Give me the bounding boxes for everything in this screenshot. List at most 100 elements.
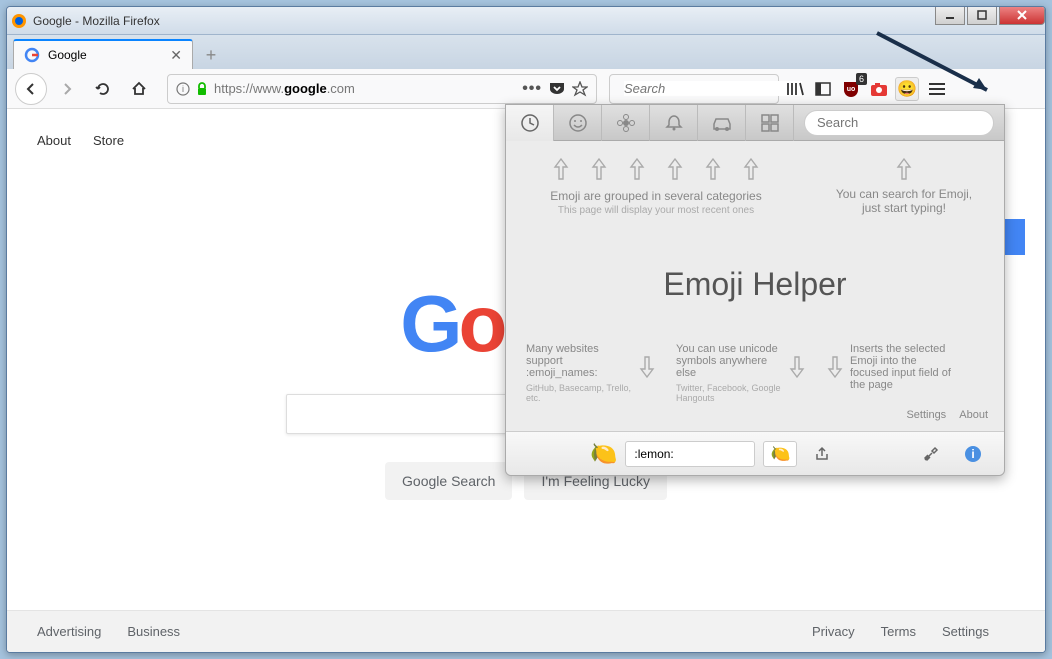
lemon-icon: 🍋: [770, 444, 790, 464]
arrow-up-icon: [552, 157, 570, 181]
squares-icon: [760, 113, 780, 133]
screenshot-extension[interactable]: [867, 77, 891, 101]
emoji-helper-title: Emoji Helper: [526, 266, 984, 303]
arrow-down-icon: [826, 355, 844, 379]
menu-button[interactable]: [923, 75, 951, 103]
car-icon: [711, 114, 733, 132]
new-tab-button[interactable]: +: [197, 41, 225, 69]
info-icon: i: [964, 445, 982, 463]
emoji-helper-extension[interactable]: 😀: [895, 77, 919, 101]
google-nav-about[interactable]: About: [37, 133, 71, 148]
navigation-toolbar: i https://www.google.com ••• uo6 😀: [7, 69, 1045, 109]
emoji-tab-objects[interactable]: [650, 105, 698, 141]
reload-icon: [95, 81, 111, 97]
sidebar-icon: [815, 81, 831, 97]
emoji-info-button[interactable]: i: [956, 441, 990, 467]
svg-text:uo: uo: [847, 86, 856, 93]
hint-insert: Inserts the selected Emoji into the focu…: [826, 343, 956, 403]
emoji-unicode-button[interactable]: 🍋: [763, 441, 797, 467]
ublock-extension[interactable]: uo6: [839, 77, 863, 101]
flower-icon: [616, 113, 636, 133]
emoji-tab-smileys[interactable]: [554, 105, 602, 141]
hint-categories-text: Emoji are grouped in several categories: [526, 189, 786, 203]
emoji-search-input[interactable]: [804, 110, 994, 136]
google-search-button[interactable]: Google Search: [385, 462, 512, 500]
window-controls: [935, 6, 1045, 25]
hint-insert-text: Inserts the selected Emoji into the focu…: [850, 343, 956, 391]
emoji-tab-symbols[interactable]: [746, 105, 794, 141]
google-footer: Advertising Business Privacy Terms Setti…: [7, 610, 1045, 652]
tab-close-icon[interactable]: ✕: [170, 47, 182, 64]
close-button[interactable]: [999, 6, 1045, 25]
home-button[interactable]: [123, 73, 155, 105]
hints-bottom: Many websites support :emoji_names: GitH…: [526, 343, 984, 403]
footer-business[interactable]: Business: [127, 624, 180, 639]
emoji-tab-nature[interactable]: [602, 105, 650, 141]
hint-unicode: You can use unicode symbols anywhere els…: [676, 343, 806, 403]
emoji-tab-recent[interactable]: [506, 105, 554, 141]
arrow-up-icon: [704, 157, 722, 181]
arrow-right-icon: [59, 81, 75, 97]
bell-icon: [664, 113, 684, 133]
emoji-category-tabs: [506, 105, 1004, 141]
footer-advertising[interactable]: Advertising: [37, 624, 101, 639]
emoji-code-input[interactable]: [625, 441, 755, 467]
hint-categories-sub: This page will display your most recent …: [526, 205, 786, 216]
smiley-icon: [568, 113, 588, 133]
footer-privacy[interactable]: Privacy: [812, 624, 855, 639]
tab-strip: Google ✕ +: [7, 35, 1045, 69]
search-input[interactable]: [624, 81, 802, 96]
emoji-footer: 🍋 🍋 i: [506, 431, 1004, 475]
arrow-up-icon: [666, 157, 684, 181]
tools-icon: [923, 446, 939, 462]
minimize-button[interactable]: [935, 6, 965, 25]
bookmark-star-icon[interactable]: [572, 81, 588, 97]
maximize-button[interactable]: [967, 6, 997, 25]
hint-categories: Emoji are grouped in several categories …: [526, 189, 786, 216]
pocket-icon[interactable]: [548, 81, 566, 97]
arrow-up-icon: [590, 157, 608, 181]
reload-button[interactable]: [87, 73, 119, 105]
library-button[interactable]: [783, 77, 807, 101]
clock-icon: [520, 113, 540, 133]
hint-names: Many websites support :emoji_names: GitH…: [526, 343, 656, 403]
url-text: https://www.google.com: [214, 81, 516, 96]
google-nav-store[interactable]: Store: [93, 133, 124, 148]
hint-unicode-text: You can use unicode symbols anywhere els…: [676, 343, 782, 379]
svg-text:i: i: [182, 84, 184, 94]
arrow-up-icon: [895, 157, 913, 181]
footer-terms[interactable]: Terms: [881, 624, 916, 639]
emoji-helper-popup: Emoji are grouped in several categories …: [505, 104, 1005, 476]
emoji-body: Emoji are grouped in several categories …: [506, 141, 1004, 431]
page-actions-icon[interactable]: •••: [522, 80, 542, 98]
ublock-badge: 6: [856, 73, 867, 85]
emoji-tools-button[interactable]: [914, 441, 948, 467]
emoji-share-button[interactable]: [805, 441, 839, 467]
hint-names-sub: GitHub, Basecamp, Trello, etc.: [526, 383, 632, 403]
tab-google[interactable]: Google ✕: [13, 39, 193, 69]
search-bar[interactable]: [609, 74, 779, 104]
firefox-icon: [11, 13, 27, 29]
camera-icon: [870, 81, 888, 97]
address-bar[interactable]: i https://www.google.com •••: [167, 74, 597, 104]
footer-settings[interactable]: Settings: [942, 624, 989, 639]
info-icon[interactable]: i: [176, 82, 190, 96]
back-button[interactable]: [15, 73, 47, 105]
emoji-settings-link[interactable]: Settings: [906, 409, 946, 421]
window-title: Google - Mozilla Firefox: [33, 14, 1041, 28]
emoji-tab-travel[interactable]: [698, 105, 746, 141]
sidebar-button[interactable]: [811, 77, 835, 101]
svg-text:i: i: [971, 447, 974, 461]
hint-search: You can search for Emoji, just start typ…: [834, 157, 974, 215]
library-icon: [786, 81, 804, 97]
arrow-left-icon: [23, 81, 39, 97]
emoji-face-icon: 😀: [897, 79, 917, 99]
google-favicon-icon: [24, 47, 40, 63]
tab-title: Google: [48, 48, 170, 62]
emoji-about-link[interactable]: About: [959, 409, 988, 421]
hint-unicode-sub: Twitter, Facebook, Google Hangouts: [676, 383, 782, 403]
forward-button[interactable]: [51, 73, 83, 105]
lock-icon: [196, 82, 208, 96]
hint-names-text: Many websites support :emoji_names:: [526, 343, 632, 379]
hint-search-text: You can search for Emoji, just start typ…: [834, 187, 974, 215]
